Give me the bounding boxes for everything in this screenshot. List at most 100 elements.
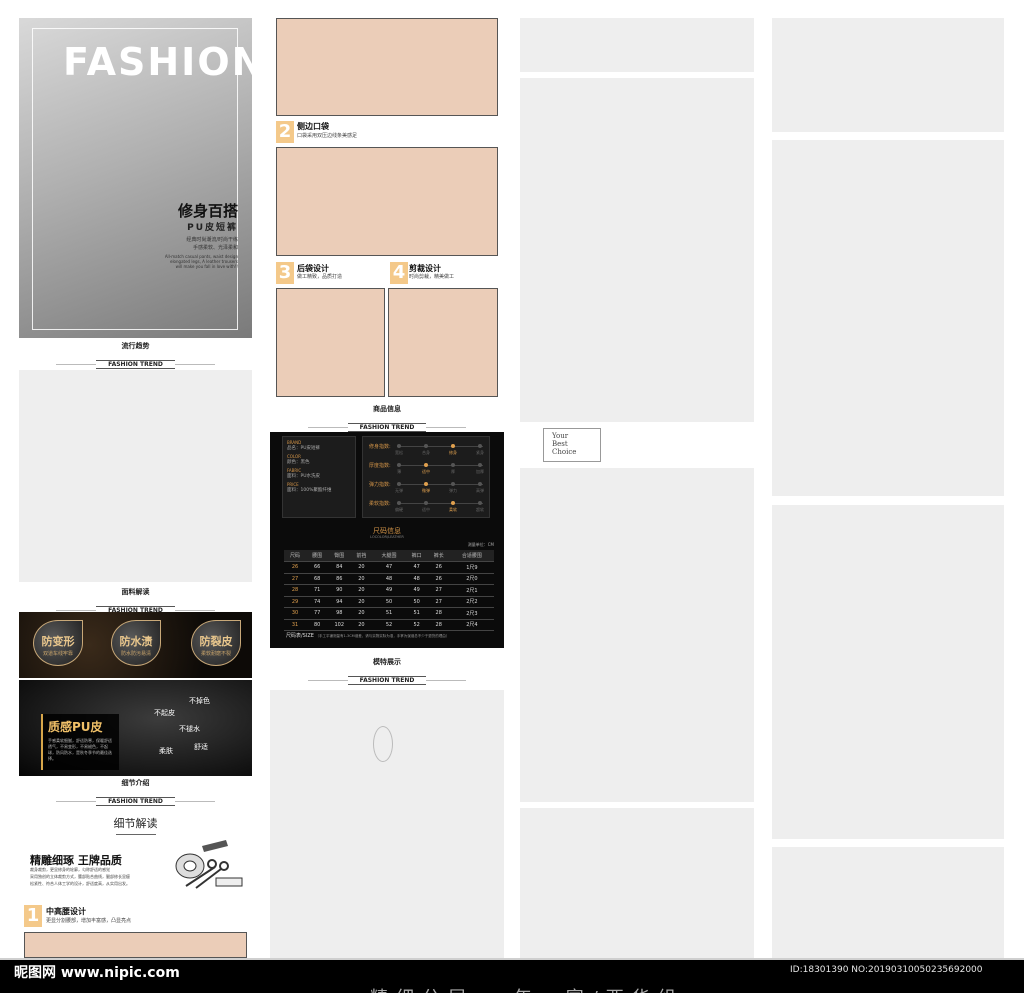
size-cell: 28: [284, 584, 307, 597]
rating-dot: [478, 482, 482, 486]
spec-key: COLOR: [287, 454, 301, 459]
leather-box: 质感PU皮 手感柔软细腻，舒适防寒，保暖舒适透气，不易变形，不易褪色，不起球，防…: [41, 714, 119, 770]
hero-line-2: 手感柔软、光泽柔和: [192, 245, 238, 251]
spec-row: PRICE 面料：100%聚酯纤维: [287, 482, 351, 493]
model-heading: 模特展示 FASHION TREND: [270, 657, 504, 686]
size-cell: 49: [372, 584, 406, 597]
badge-title: 防水渍: [119, 635, 153, 648]
size-cell: 26: [427, 573, 450, 585]
size-table-body: 26 66 84 20 47 47 26 1尺9 27 68 86 20 48 48 26 2尺0 28 71 90…: [284, 561, 494, 631]
hero-subtitle: PU皮短裤: [187, 223, 238, 233]
spec-key: FABRIC: [287, 468, 302, 473]
table-row: 30 77 98 20 51 51 28 2尺3: [284, 607, 494, 620]
size-cell: 74: [306, 596, 329, 608]
size-cell: 66: [306, 561, 329, 574]
rating-level: 弹力: [449, 488, 457, 493]
table-row: 28 71 90 20 49 49 27 2尺1: [284, 584, 494, 597]
size-chart-subtitle: LOCOLOR/LEATHER: [370, 535, 404, 539]
size-cell: 48: [372, 573, 406, 585]
watermark-caption: 精细分层 一年一富/西华组: [370, 984, 684, 993]
size-cell: 29: [284, 596, 307, 608]
your-best-choice-logo: Your Best Choice: [543, 428, 601, 462]
size-header-cell: 臀围: [328, 550, 351, 562]
watermark-id: ID:18301390 NO:20190310050235692000: [790, 965, 983, 975]
feature-image-2: [276, 147, 498, 256]
image-placeholder: [520, 18, 754, 72]
detail-title: 细节解读: [19, 815, 252, 835]
tag-1: 不掉色: [189, 697, 210, 705]
detail-en: FASHION TREND: [56, 797, 215, 806]
size-cell: 30: [284, 607, 307, 620]
spec-key: PRICE: [287, 482, 299, 487]
rating-dot: [424, 444, 428, 448]
hero-cn-title: 修身百搭: [177, 202, 238, 220]
rating-level: 修身: [449, 450, 457, 455]
fabric-badge-strip: 防变形 双道车线牢靠 防水渍 防水防污易清 防裂皮 柔软耐磨不裂: [19, 612, 252, 678]
feature-number-1: 1: [24, 905, 42, 927]
size-cell: 68: [306, 573, 329, 585]
loading-spinner-icon: [373, 726, 393, 762]
rating-dot: [397, 463, 401, 467]
rating-dot: [424, 463, 428, 467]
size-header-cell: 大腿围: [372, 550, 406, 562]
rating-scale: 无弹 微弹 弹力 高弹: [395, 482, 484, 493]
rating-level: 加厚: [476, 469, 484, 474]
size-cell: 31: [284, 619, 307, 631]
table-row: 27 68 86 20 48 48 26 2尺0: [284, 573, 494, 585]
feature-number-3: 3: [276, 262, 294, 284]
badge-title: 防变形: [41, 635, 75, 648]
product-heading: 商品信息 FASHION TREND: [270, 404, 504, 433]
feature-number-2: 2: [276, 121, 294, 143]
trend-en: FASHION TREND: [56, 360, 215, 369]
detail-heading: 细节介绍 FASHION TREND: [19, 778, 252, 807]
rating-panel: 修身指数: 宽松 合身 修身 紧身 厚度指数: 薄适中厚加厚 弹力指数: 无弹 微弹 弹力 高弹 柔软指…: [362, 436, 490, 518]
rating-level: 适中: [422, 469, 430, 474]
rating-scale: 宽松 合身 修身 紧身: [395, 444, 484, 455]
model-en: FASHION TREND: [307, 676, 466, 685]
watermark-site: 昵图网 www.nipic.com: [14, 965, 180, 981]
size-cell: 52: [405, 619, 428, 631]
rating-level: 无弹: [395, 488, 403, 493]
size-cell: 80: [306, 619, 329, 631]
image-placeholder: [772, 140, 1004, 496]
size-cell: 52: [372, 619, 406, 631]
rating-scale: 偏硬 适中 柔软 超软: [395, 501, 484, 512]
table-row: 26 66 84 20 47 47 26 1尺9: [284, 561, 494, 574]
fabric-cn: 面料解读: [121, 588, 150, 596]
size-cell: 47: [405, 561, 428, 574]
image-placeholder: [520, 468, 754, 802]
size-cell: 20: [350, 607, 373, 620]
table-row: 31 80 102 20 52 52 28 2尺4: [284, 619, 494, 631]
size-header-cell: 合适腰围: [449, 550, 494, 562]
size-cell: 26: [284, 561, 307, 574]
size-cell: 28: [427, 619, 450, 631]
leather-section: 质感PU皮 手感柔软细腻，舒适防寒，保暖舒适透气，不易变形，不易褪色，不起球，防…: [19, 680, 252, 776]
badge-anti-deform: 防变形 双道车线牢靠: [33, 620, 83, 666]
spec-value: 面料：100%聚酯纤维: [287, 488, 332, 493]
rating-dot: [451, 444, 455, 448]
rating-level: 厚: [451, 469, 455, 474]
badge-title: 防裂皮: [199, 635, 233, 648]
spec-value: 颜色：黑色: [287, 460, 310, 465]
size-table-header: 尺码 腰围 臀围 前裆 大腿围 裤口 裤长 合适腰围: [284, 550, 494, 562]
size-cell: 27: [284, 573, 307, 585]
hero-banner: FASHION 修身百搭 PU皮短裤 经典时尚潮流/时尚干练 手感柔软、光泽柔和…: [19, 18, 263, 338]
rating-dot: [397, 501, 401, 505]
size-cell: 94: [328, 596, 351, 608]
rating-level: 宽松: [395, 450, 403, 455]
tag-4: 柔肤: [159, 747, 173, 755]
feature-image-1: [24, 932, 247, 958]
model-cn: 模特展示: [373, 658, 401, 666]
rating-level: 偏硬: [395, 507, 403, 512]
size-cell: 71: [306, 584, 329, 597]
spec-key: BRAND: [287, 440, 302, 445]
size-cell: 2尺4: [449, 619, 494, 631]
size-cell: 77: [306, 607, 329, 620]
size-cell: 2尺0: [449, 573, 494, 585]
rating-level: 超软: [476, 507, 484, 512]
detail-desc-1: 裁身裁剪，更显修身的轮廓，匀称舒适的感觉: [30, 867, 110, 872]
rating-level: 适中: [422, 507, 430, 512]
product-info-panel: BRAND 品名：PU皮短裤 COLOR 颜色：黑色 FABRIC 面料：PU水洗皮 …: [270, 432, 504, 648]
feature-title-1: 中高腰设计: [46, 907, 86, 916]
feature-number-4: 4: [390, 262, 408, 284]
